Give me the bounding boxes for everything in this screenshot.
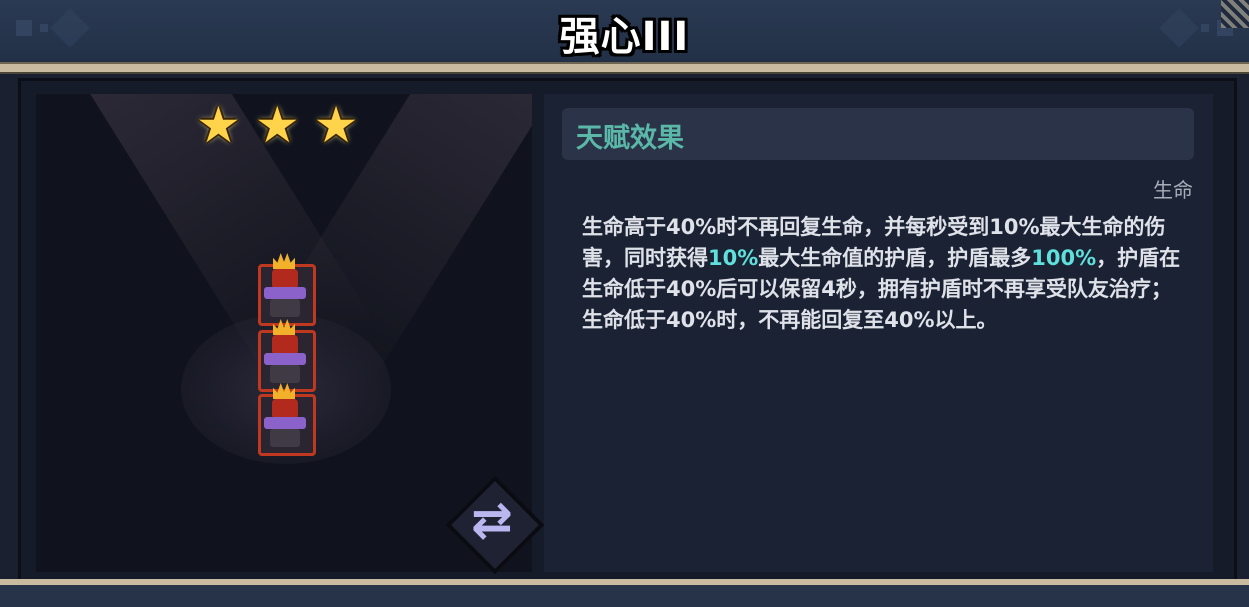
unit-card-2[interactable] xyxy=(258,319,316,392)
talent-panel: 天赋效果 生命 生命高于40%时不再回复生命，并每秒受到10%最大生命的伤害，同… xyxy=(544,94,1213,572)
corner-pattern-icon xyxy=(1221,0,1249,28)
desc-text: 最大生命值的护盾，护盾最多 xyxy=(758,246,1032,270)
unit-arms xyxy=(264,287,306,299)
unit-head xyxy=(272,269,298,289)
unit-head xyxy=(272,399,298,419)
unit-card-3[interactable] xyxy=(258,383,316,456)
unit-head xyxy=(272,335,298,355)
star-rating: ★ ★ ★ xyxy=(196,100,358,150)
desc-highlight: 10% xyxy=(708,246,759,270)
swap-button[interactable]: ⇄ xyxy=(445,475,545,575)
unit-base xyxy=(270,429,300,447)
bottom-rim xyxy=(0,579,1249,607)
unit-card-1[interactable] xyxy=(258,253,316,326)
unit-arms xyxy=(264,353,306,365)
talent-header: 天赋效果 xyxy=(562,108,1194,160)
talent-description: 生命高于40%时不再回复生命，并每秒受到10%最大生命的伤害，同时获得10%最大… xyxy=(582,212,1182,336)
title-bar: 强心III xyxy=(0,0,1249,74)
unit-base xyxy=(270,299,300,317)
talent-tag: 生命 xyxy=(1153,178,1193,202)
unit-base xyxy=(270,365,300,383)
ornament-right-icon xyxy=(1149,0,1249,50)
title-rim xyxy=(0,62,1249,74)
swap-arrows-icon: ⇄ xyxy=(471,491,513,549)
page-title: 强心III xyxy=(559,14,690,60)
star-icon: ★ xyxy=(196,96,241,154)
talent-header-label: 天赋效果 xyxy=(576,123,684,154)
star-icon: ★ xyxy=(254,96,300,154)
star-icon: ★ xyxy=(313,96,359,154)
desc-highlight: 100% xyxy=(1031,246,1097,270)
unit-arms xyxy=(264,417,306,429)
